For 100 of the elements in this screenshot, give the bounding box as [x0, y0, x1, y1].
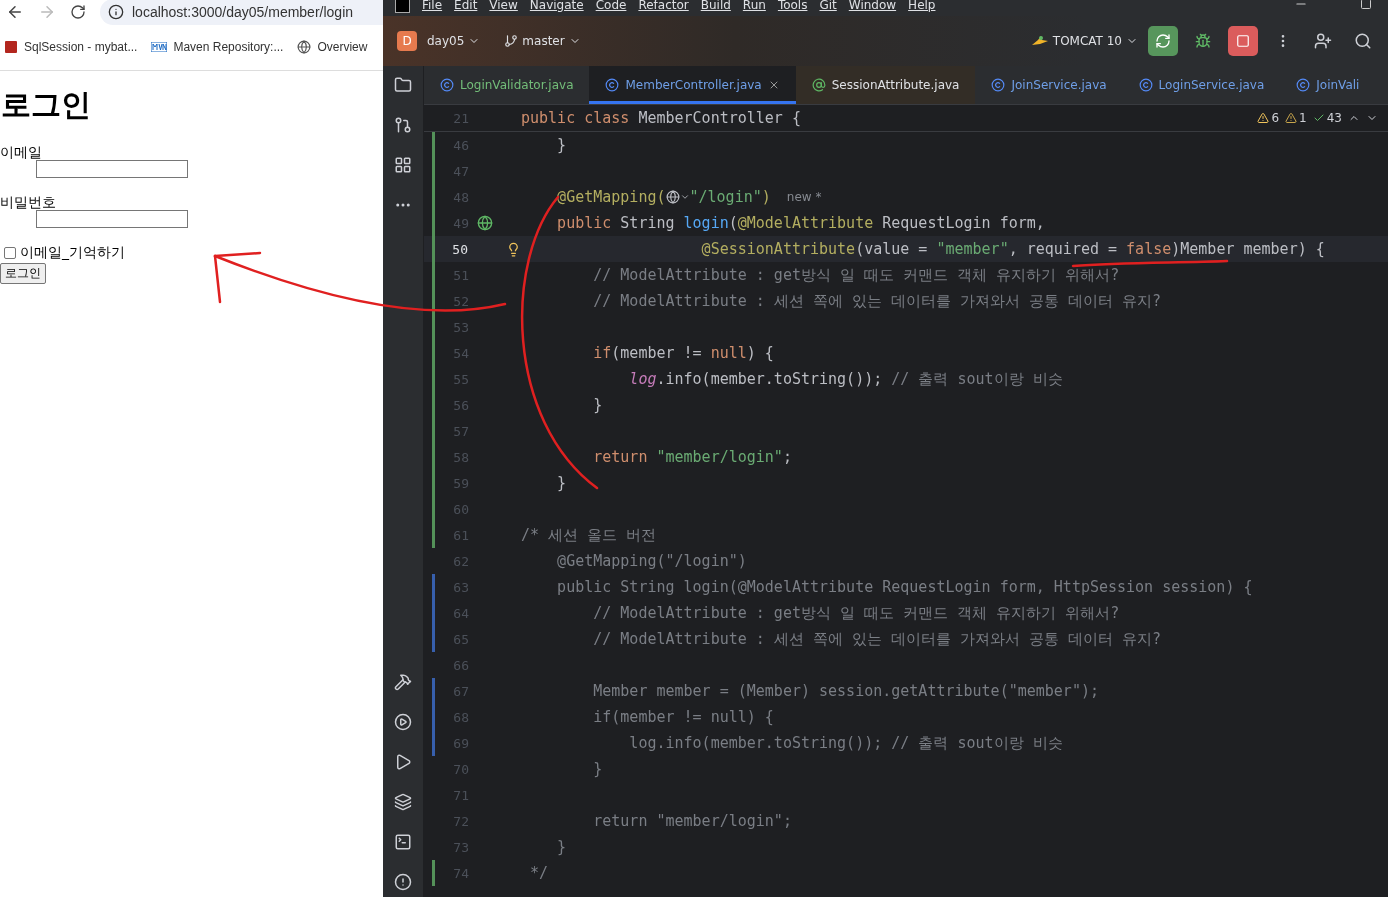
- bookmark-label: Overview: [317, 40, 368, 54]
- play-icon[interactable]: [394, 753, 412, 771]
- code-token: if: [592, 344, 612, 362]
- menu-item[interactable]: View: [489, 0, 518, 12]
- maximize-icon[interactable]: [1360, 0, 1372, 10]
- bookmark[interactable]: Maven Repository:...: [151, 40, 284, 54]
- code-token: }: [556, 474, 567, 492]
- bookmark[interactable]: Overview: [297, 40, 368, 54]
- menu-item[interactable]: Refactor: [638, 0, 689, 12]
- class-icon: [1296, 78, 1311, 92]
- code-token: /* 세션 올드 버전: [521, 525, 657, 545]
- bookmark-label: Maven Repository:...: [173, 40, 284, 54]
- add-user-icon: [1314, 32, 1332, 50]
- warning-count[interactable]: 6: [1257, 111, 1280, 125]
- menu-item[interactable]: Code: [595, 0, 627, 12]
- address-bar[interactable]: localhost:3000/day05/member/login: [100, 0, 383, 25]
- back-button[interactable]: [6, 3, 24, 21]
- play-circle-icon[interactable]: [394, 713, 412, 731]
- code-token: return "member/login";: [592, 812, 792, 830]
- code-token: @SessionAttribute: [700, 240, 856, 258]
- checkbox[interactable]: [4, 247, 16, 259]
- menu-item[interactable]: Build: [700, 0, 731, 12]
- editor-tab[interactable]: LoginValidator.java: [424, 66, 590, 104]
- code-token: @GetMapping("/login"): [556, 552, 747, 570]
- weak-warning-count[interactable]: 1: [1285, 111, 1307, 125]
- editor-tab[interactable]: JoinVali: [1280, 66, 1376, 104]
- menu-item[interactable]: Window: [848, 0, 897, 12]
- grid-icon[interactable]: [394, 156, 412, 174]
- field-label: 이메일: [0, 144, 43, 160]
- class-icon: [1138, 78, 1153, 92]
- globe-icon[interactable]: [665, 190, 690, 204]
- code-token: public class: [521, 109, 631, 127]
- class-icon: [440, 78, 454, 92]
- code-token: public String login(@ModelAttribute RequestLogin form, HttpSession session) {: [556, 578, 1253, 596]
- menu-item[interactable]: Navigate: [529, 0, 584, 12]
- editor-tab[interactable]: LoginService.java: [1122, 66, 1281, 104]
- code-token: return: [592, 448, 649, 466]
- menu-item[interactable]: Git: [819, 0, 837, 12]
- code-token: // ModelAttribute : get방식 일 때도 커맨드 객체 유지하기 위해서?: [592, 603, 1120, 623]
- check-icon: [1312, 112, 1325, 124]
- project-selector[interactable]: day05: [427, 34, 481, 48]
- code-token: // ModelAttribute : 세션 쪽에 있는 데이터를 가져와서 공통 데이터 유지?: [592, 629, 1162, 649]
- input-field[interactable]: [36, 210, 188, 228]
- bug-icon: [1195, 33, 1211, 49]
- info-icon: [108, 4, 124, 20]
- page-heading: 로그인: [1, 86, 92, 124]
- code-token: login: [683, 214, 729, 232]
- code-token: public: [556, 214, 613, 232]
- code-token: (member !=: [611, 344, 703, 362]
- reload-button[interactable]: [70, 4, 86, 20]
- code-token: null: [710, 344, 747, 362]
- alert-icon[interactable]: [394, 873, 412, 891]
- login-button[interactable]: 로그인: [0, 263, 46, 284]
- field-label: 비밀번호: [0, 194, 57, 210]
- branch-selector[interactable]: master: [504, 34, 581, 48]
- checkbox-label: 이메일_기억하기: [20, 244, 125, 262]
- line-number: 50: [451, 241, 468, 257]
- code-token: Member member = (Member) session.getAttribute("member");: [592, 682, 1099, 700]
- code-token: )Member member) {: [1171, 240, 1325, 258]
- typo-count[interactable]: 43: [1312, 111, 1342, 125]
- layers-icon[interactable]: [394, 793, 412, 811]
- editor-tab[interactable]: JoinService.java: [975, 66, 1123, 104]
- globe-icon: [297, 40, 312, 54]
- bulb-icon[interactable]: [506, 241, 521, 257]
- menu-item[interactable]: File: [422, 0, 443, 12]
- inlay-hint: new *: [786, 190, 822, 204]
- editor-tab[interactable]: SessionAttribute.java: [795, 66, 976, 104]
- rerun-button[interactable]: [1148, 26, 1178, 56]
- code-token: ): [761, 188, 771, 206]
- terminal-icon[interactable]: [394, 833, 412, 851]
- menu-item[interactable]: Help: [908, 0, 936, 12]
- project-badge: D: [397, 31, 417, 51]
- code-token: MemberController {: [638, 109, 801, 127]
- stop-button[interactable]: [1228, 26, 1258, 56]
- warning-icon: [1285, 112, 1298, 124]
- class-icon: [991, 78, 1006, 92]
- code-token: "/login": [689, 188, 762, 206]
- menu-item[interactable]: Tools: [777, 0, 808, 12]
- input-field[interactable]: [36, 160, 188, 178]
- run-config-selector[interactable]: TOMCAT 10: [1030, 34, 1138, 48]
- folder-icon[interactable]: [394, 76, 412, 94]
- hammer-icon[interactable]: [394, 673, 412, 691]
- code-token: false: [1126, 240, 1172, 258]
- menu-item[interactable]: Edit: [454, 0, 478, 12]
- branch-icon: [504, 34, 519, 48]
- code-token: ;: [782, 448, 792, 466]
- code-token: if(member != null) {: [592, 708, 774, 726]
- editor-tab[interactable]: MemberController.java: [589, 66, 796, 104]
- code-token: ) {: [746, 344, 774, 362]
- code-token: "member": [936, 240, 1009, 258]
- code-token: }: [592, 396, 603, 414]
- branch-icon[interactable]: [394, 116, 412, 134]
- code-token: , required =: [1008, 240, 1119, 258]
- code-token: log.info(member.toString()); // 출력 sout이랑 비슷: [628, 733, 1063, 753]
- at-sign-icon: [811, 78, 826, 92]
- menu-item[interactable]: Run: [742, 0, 766, 12]
- code-token: }: [592, 760, 603, 778]
- code-token: */: [529, 864, 549, 882]
- url-text: localhost:3000/day05/member/login: [132, 4, 354, 20]
- code-token: "member/login": [656, 448, 783, 466]
